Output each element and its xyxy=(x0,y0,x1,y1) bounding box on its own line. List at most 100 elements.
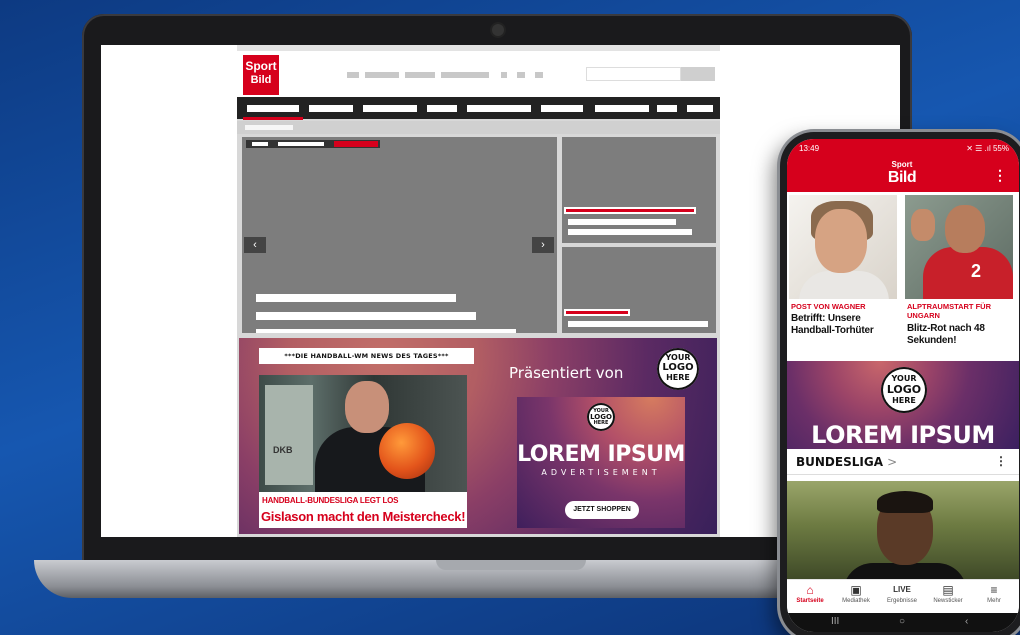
sponsor-board xyxy=(265,385,313,485)
phone-screen: 13:49 ✕ ☰ .ıl 55% Sport Bild ⋮ POST VON … xyxy=(787,139,1019,632)
story-title: Sekunden! xyxy=(907,335,957,346)
story-card[interactable]: POST VON WAGNER Betrifft: Unsere Handbal… xyxy=(789,195,897,357)
nav-item[interactable] xyxy=(309,105,353,112)
smartphone: 13:49 ✕ ☰ .ıl 55% Sport Bild ⋮ POST VON … xyxy=(780,132,1020,635)
header-link[interactable] xyxy=(347,72,359,78)
ad-lorem-heading: LOREM IPSUM xyxy=(517,442,685,467)
tab-mediathek[interactable]: ▣ Mediathek xyxy=(833,582,879,612)
shop-now-button[interactable]: JETZT SHOPPEN xyxy=(565,501,639,519)
twitter-icon[interactable] xyxy=(517,72,525,78)
tab-label: Startseite xyxy=(796,598,824,604)
chevron-right-icon: > xyxy=(887,455,898,469)
menu-icon: ≡ xyxy=(990,583,998,597)
main-nav xyxy=(237,97,720,119)
logo-line2: Bild xyxy=(250,74,272,86)
story-title: Blitz-Rot nach 48 xyxy=(907,323,985,334)
youtube-icon[interactable] xyxy=(535,72,543,78)
article-kicker: HANDBALL-BUNDESLIGA LEGT LOS xyxy=(262,496,399,505)
slider-tab[interactable] xyxy=(278,142,324,146)
slider-tab-active[interactable] xyxy=(334,141,378,147)
prev-arrow-icon[interactable]: ‹ xyxy=(244,237,266,253)
teaser-title-line xyxy=(568,219,676,225)
back-icon[interactable]: ‹ xyxy=(965,616,968,627)
person-hand xyxy=(911,209,935,241)
person-shirt xyxy=(843,563,967,579)
teaser-title-line xyxy=(568,321,708,327)
advertisement-banner[interactable]: ***DIE HANDBALL-WM NEWS DES TAGES*** DKB… xyxy=(239,338,717,534)
ad-article[interactable]: HANDBALL-BUNDESLIGA LEGT LOS Gislason ma… xyxy=(259,492,467,528)
nav-item[interactable] xyxy=(427,105,457,112)
bottom-tab-bar: ⌂ Startseite ▣ Mediathek LIVE Ergebnisse… xyxy=(787,579,1019,613)
system-navigation: III ○ ‹ xyxy=(787,613,1019,632)
section-header[interactable]: BUNDESLIGA > ⋮ xyxy=(787,449,1019,475)
nav-item[interactable] xyxy=(687,105,713,112)
hero-caption-line xyxy=(256,294,456,302)
nav-item[interactable] xyxy=(657,105,677,112)
tab-ergebnisse[interactable]: LIVE Ergebnisse xyxy=(879,582,925,612)
hero-caption-line xyxy=(256,312,476,320)
story-card[interactable]: 2 ALPTRAUMSTART FÜR UNGARN Blitz-Rot nac… xyxy=(905,195,1013,357)
header-link[interactable] xyxy=(365,72,399,78)
site-header: Sport Bild xyxy=(237,51,720,99)
nav-item[interactable] xyxy=(467,105,531,112)
header-link[interactable] xyxy=(441,72,489,78)
nav-item[interactable] xyxy=(541,105,583,112)
next-arrow-icon[interactable]: › xyxy=(532,237,554,253)
status-icons: ✕ ☰ .ıl 55% xyxy=(966,144,1009,153)
ad-creative[interactable]: YOUR LOGO HERE LOREM IPSUM ADVERTISEMENT… xyxy=(517,397,685,528)
recents-icon[interactable]: III xyxy=(831,616,839,627)
header-link[interactable] xyxy=(405,72,435,78)
article-photo[interactable]: DKB xyxy=(259,375,467,492)
tab-startseite[interactable]: ⌂ Startseite xyxy=(787,582,833,612)
logo-text: LOGO xyxy=(662,362,694,373)
nav-item[interactable] xyxy=(595,105,649,112)
tab-mehr[interactable]: ≡ Mehr xyxy=(971,582,1017,612)
teaser-card[interactable] xyxy=(562,137,716,243)
hero-caption-line xyxy=(256,329,516,333)
teaser-kicker xyxy=(564,309,630,316)
app-bar: Sport Bild ⋮ xyxy=(787,158,1019,192)
status-time: 13:49 xyxy=(799,144,820,153)
teaser-kicker xyxy=(564,207,696,214)
website: Sport Bild ‹ › ***DIE HANDBALL-WM NEWS D… xyxy=(237,45,720,537)
advertisement-banner[interactable]: YOUR LOGO HERE LOREM IPSUM xyxy=(787,361,1019,449)
teaser-card[interactable] xyxy=(562,247,716,333)
search-input[interactable] xyxy=(586,67,681,81)
breadcrumb xyxy=(237,121,720,134)
status-bar: 13:49 ✕ ☰ .ıl 55% xyxy=(787,139,1019,158)
nav-item[interactable] xyxy=(247,105,299,112)
facebook-icon[interactable] xyxy=(501,72,507,78)
story-image[interactable] xyxy=(787,481,1019,579)
sportbild-logo[interactable]: Sport Bild xyxy=(243,55,279,95)
overflow-menu-icon[interactable]: ⋮ xyxy=(993,167,1007,184)
slider-tabs xyxy=(246,140,380,148)
play-icon: ▣ xyxy=(850,583,862,597)
slider-tab[interactable] xyxy=(252,142,268,146)
logo-text: LOGO xyxy=(886,383,922,396)
person-shirt xyxy=(799,271,889,299)
sponsor-logo[interactable]: YOUR LOGO HERE xyxy=(657,348,699,390)
person-head xyxy=(815,209,867,273)
nav-active-indicator xyxy=(243,117,303,120)
person-head xyxy=(345,381,389,433)
logo-text: HERE xyxy=(892,396,916,405)
search-button[interactable] xyxy=(681,67,715,81)
tab-newsticker[interactable]: ▤ Newsticker xyxy=(925,582,971,612)
tab-label: Ergebnisse xyxy=(886,598,918,604)
logo-line2: Bild xyxy=(887,169,917,186)
story-image xyxy=(789,195,897,299)
home-icon[interactable]: ○ xyxy=(899,616,905,627)
story-image: 2 xyxy=(905,195,1013,299)
hero-slider[interactable]: ‹ › xyxy=(242,137,557,333)
handball-icon xyxy=(379,423,435,479)
sportbild-logo[interactable]: Sport Bild xyxy=(885,160,919,190)
tab-label: Mehr xyxy=(987,598,1001,604)
ad-headline: ***DIE HANDBALL-WM NEWS DES TAGES*** xyxy=(259,348,474,364)
nav-item[interactable] xyxy=(363,105,417,112)
logo-text: HERE xyxy=(666,373,690,382)
story-title: Handball-Torhüter xyxy=(791,325,874,336)
overflow-menu-icon[interactable]: ⋮ xyxy=(995,454,1007,468)
jersey-number: 2 xyxy=(971,261,982,281)
story-kicker: POST VON WAGNER xyxy=(791,302,866,311)
section-title-text: BUNDESLIGA xyxy=(796,455,883,469)
